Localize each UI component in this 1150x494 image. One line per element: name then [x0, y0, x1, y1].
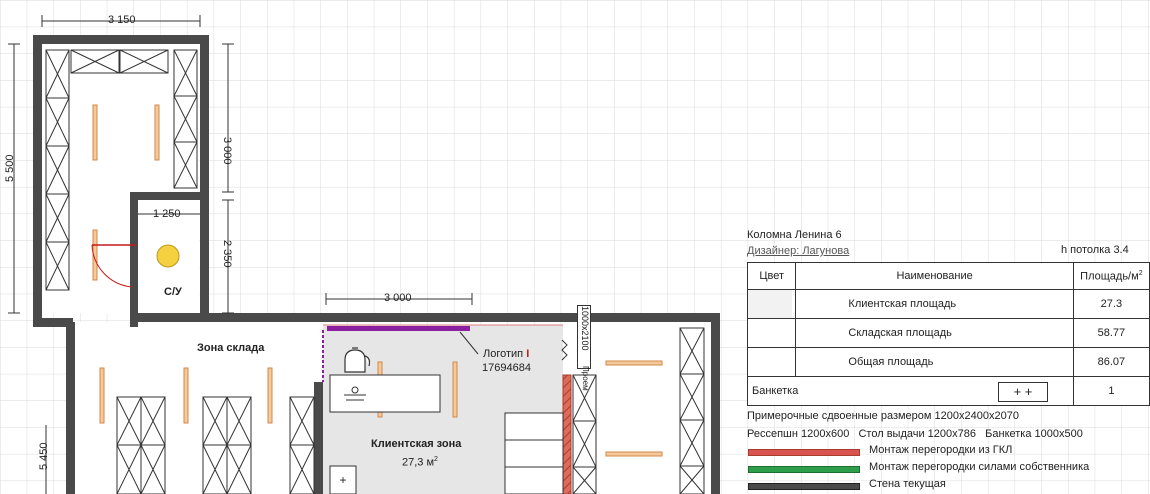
row-name: Общая площадь: [795, 347, 1074, 377]
dimension-bathroom-width: 1 250: [153, 208, 181, 220]
doorway-size: 1000x2100: [580, 306, 590, 351]
wall-right-lower: [711, 313, 720, 494]
gkl-partition: [562, 374, 572, 494]
table-row: Общая площадь 86.07: [746, 347, 1150, 377]
note-fitting-rooms: Примерочные сдвоенные размером 1200х2400…: [747, 410, 1019, 422]
table-row-bench: Банкетка + + 1: [747, 376, 1150, 406]
bench-plus-plus-icon: + +: [998, 382, 1048, 402]
designer-label: Дизайнер: Лагунова: [747, 245, 850, 257]
dimension-left-lower: 5 450: [38, 442, 50, 470]
legend-label-owner: Монтаж перегородки силами собственника: [869, 461, 1090, 473]
svg-text:+: +: [339, 473, 346, 487]
client-zone-label: Клиентская зона: [371, 438, 462, 450]
color-swatch-cell: [746, 289, 797, 319]
row-value: 27.3: [1072, 289, 1150, 319]
color-swatch: [748, 290, 792, 318]
wall-top: [33, 35, 209, 44]
logo-label: Логотип I: [483, 348, 530, 360]
shelving-left: [45, 49, 70, 291]
wall-right-upper: [200, 35, 209, 313]
wall-bathroom-top: [130, 192, 209, 200]
address-label: Коломна Ленина 6: [747, 229, 842, 241]
reception-desk: [329, 374, 441, 413]
legend-swatch-wall: [748, 483, 860, 490]
row-name: Клиентская площадь: [795, 289, 1074, 319]
wall-partition: [314, 382, 323, 494]
logo-code: 17694684: [482, 362, 531, 374]
bench-count: 1: [1072, 376, 1150, 406]
wall-left-lower: [66, 322, 75, 494]
logo-strip: [327, 326, 470, 331]
warehouse-label: Зона склада: [197, 342, 265, 354]
row-value: 86.07: [1072, 347, 1150, 377]
header-area: Площадь/м2: [1072, 262, 1150, 290]
ceiling-height: h потолка 3.4: [1061, 244, 1129, 256]
bathroom-label: С/У: [164, 286, 182, 298]
dimension-top-width: 3 150: [108, 14, 136, 26]
row-name: Складская площадь: [795, 318, 1074, 348]
dimension-right-upper: 3 000: [221, 137, 233, 165]
table-row: Складская площадь 58.77: [746, 318, 1150, 348]
wall-middle: [130, 313, 720, 322]
shelving-top: [70, 49, 169, 74]
client-zone-area: 27,3 м2: [402, 456, 438, 469]
wall-bathroom-left: [130, 192, 138, 327]
doorway-word: Проем: [581, 366, 590, 391]
table-row: Клиентская площадь 27.3: [746, 289, 1150, 319]
wall-left-upper: [33, 35, 42, 327]
header-name: Наименование: [795, 262, 1074, 290]
note-furniture: Рессепшн 1200х600 Стол выдачи 1200х786 Б…: [747, 428, 1083, 440]
legend-swatch-gkl: [748, 449, 860, 456]
dimension-right-middle: 2 350: [221, 240, 233, 268]
bathroom-light-icon: [156, 244, 180, 268]
fitting-room: [504, 412, 564, 494]
shelving-right-upper: [173, 49, 198, 189]
table-header-row: Цвет Наименование Площадь/м2: [746, 262, 1150, 290]
header-color: Цвет: [746, 262, 797, 290]
legend-swatch-owner: [748, 466, 860, 473]
dimension-client-width: 3 000: [384, 292, 412, 304]
bench-label: Банкетка: [752, 385, 799, 397]
legend-label-wall: Стена текущая: [869, 478, 946, 490]
dimension-left-upper: 5 500: [4, 154, 16, 182]
area-table: Цвет Наименование Площадь/м2 Клиентская …: [746, 262, 1150, 406]
legend-label-gkl: Монтаж перегородки из ГКЛ: [869, 444, 1013, 456]
row-value: 58.77: [1072, 318, 1150, 348]
